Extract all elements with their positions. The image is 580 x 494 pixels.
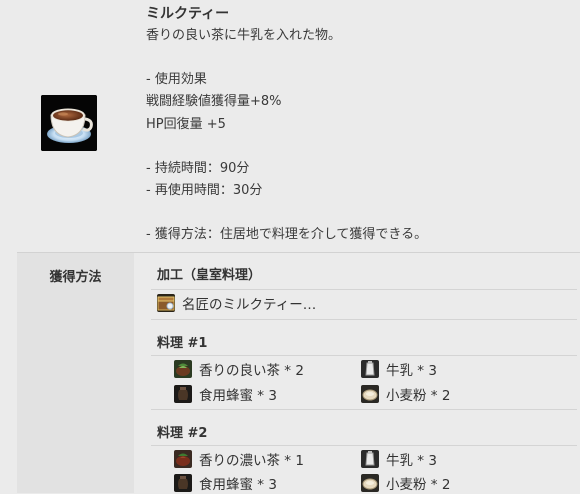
ingredient-link[interactable]: 小麦粉 * 2 — [361, 383, 450, 405]
ingredient-label: 香りの濃い茶 * 1 — [199, 453, 304, 469]
flour-icon — [361, 474, 379, 492]
item-detail-panel: ミルクティー 香りの良い茶に牛乳を入れた物。 - 使用効果 戦闘経験値獲得量+8… — [0, 0, 580, 252]
recipe-1-title: 料理 #1 — [157, 336, 208, 351]
ingredient-label: 香りの良い茶 * 2 — [199, 363, 304, 379]
ingredient-link[interactable]: 食用蜂蜜 * 3 — [174, 472, 277, 494]
strong-tea-icon — [174, 450, 192, 468]
honey-icon — [174, 385, 192, 403]
processing-item-link[interactable]: 名匠のミルクティー… — [157, 292, 316, 314]
item-name: ミルクティー — [146, 6, 230, 22]
processing-item-label: 名匠のミルクティー… — [182, 297, 317, 313]
ingredient-link[interactable]: 香りの良い茶 * 2 — [174, 358, 304, 380]
description-line: 香りの良い茶に牛乳を入れた物。 — [146, 28, 342, 43]
ingredient-label: 小麦粉 * 2 — [386, 388, 451, 404]
divider — [151, 319, 577, 320]
divider — [151, 445, 577, 446]
description-line — [146, 202, 566, 224]
milk-tea-cup-icon — [41, 95, 97, 151]
recipe-2-title: 料理 #2 — [157, 426, 208, 441]
ingredient-link[interactable]: 小麦粉 * 2 — [361, 472, 450, 494]
divider — [151, 409, 577, 410]
divider — [151, 289, 577, 290]
milk-icon — [361, 360, 379, 378]
item-description: 香りの良い茶に牛乳を入れた物。 - 使用効果 戦闘経験値獲得量+8% HP回復量… — [146, 25, 566, 246]
honey-icon — [174, 474, 192, 492]
description-line: - 再使用時間：30分 — [146, 183, 263, 199]
description-line: 戦闘経験値獲得量+8% — [146, 94, 282, 110]
ingredient-label: 牛乳 * 3 — [386, 453, 437, 469]
ingredient-label: 食用蜂蜜 * 3 — [199, 477, 277, 493]
description-line: - 獲得方法：住居地で料理を介して獲得できる。 — [146, 227, 428, 243]
acquisition-table: 獲得方法 加工（皇室料理） 名匠のミルクティー… 料理 #1 香りの良い茶 * … — [17, 252, 580, 493]
flour-icon — [361, 385, 379, 403]
royal-crate-icon — [157, 294, 175, 312]
description-line: - 持続時間：90分 — [146, 160, 250, 176]
acquisition-content: 加工（皇室料理） 名匠のミルクティー… 料理 #1 香りの良い茶 * 2 牛乳 … — [134, 253, 580, 493]
ingredient-link[interactable]: 牛乳 * 3 — [361, 358, 437, 380]
description-line — [146, 47, 566, 69]
description-line: HP回復量 +5 — [146, 116, 226, 132]
ingredient-link[interactable]: 牛乳 * 3 — [361, 448, 437, 470]
description-line — [146, 136, 566, 158]
acquisition-label: 獲得方法 — [17, 253, 134, 493]
milk-icon — [361, 450, 379, 468]
ingredient-link[interactable]: 食用蜂蜜 * 3 — [174, 383, 277, 405]
tea-icon — [174, 360, 192, 378]
ingredient-label: 牛乳 * 3 — [386, 363, 437, 379]
ingredient-label: 食用蜂蜜 * 3 — [199, 388, 277, 404]
ingredient-link[interactable]: 香りの濃い茶 * 1 — [174, 448, 304, 470]
ingredient-label: 小麦粉 * 2 — [386, 477, 451, 493]
description-line: - 使用効果 — [146, 72, 207, 88]
processing-title: 加工（皇室料理） — [157, 268, 262, 283]
divider — [151, 355, 577, 356]
